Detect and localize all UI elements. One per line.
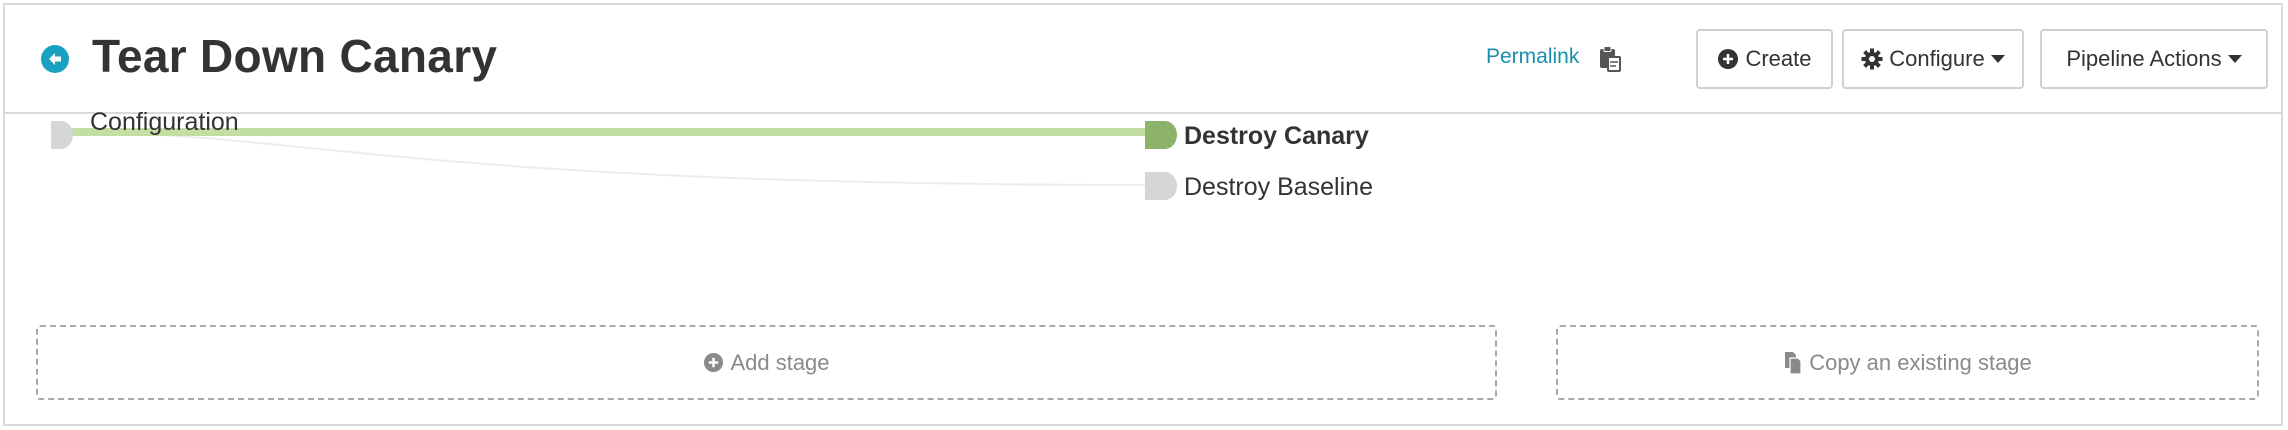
node-destroy-canary-marker[interactable] xyxy=(1145,121,1177,149)
configure-button-label: Configure xyxy=(1889,46,1985,71)
pipeline-frame: Tear Down Canary Permalink Create Config… xyxy=(3,3,2283,426)
pipeline-actions-button[interactable]: Pipeline Actions xyxy=(2040,29,2268,89)
pipeline-graph: Configuration Destroy Canary Destroy Bas… xyxy=(5,108,2281,314)
pipeline-header: Tear Down Canary Permalink Create Config… xyxy=(5,5,2281,114)
create-button[interactable]: Create xyxy=(1696,29,1833,89)
arrow-left-circle-icon[interactable] xyxy=(41,45,69,73)
pipeline-actions-label: Pipeline Actions xyxy=(2066,46,2222,71)
chevron-down-icon xyxy=(1990,55,2005,63)
gear-icon xyxy=(1861,48,1883,70)
node-configuration-label[interactable]: Configuration xyxy=(90,108,239,137)
node-configuration-marker[interactable] xyxy=(51,121,73,149)
add-stage-button[interactable]: Add stage xyxy=(36,325,1497,400)
add-stage-label: Add stage xyxy=(730,349,830,375)
permalink-link[interactable]: Permalink xyxy=(1486,45,1579,69)
copy-stage-label: Copy an existing stage xyxy=(1809,349,2032,375)
copy-icon xyxy=(1783,351,1803,375)
node-destroy-baseline-marker[interactable] xyxy=(1145,172,1177,200)
edge-configuration-to-destroy-baseline xyxy=(64,131,1156,186)
plus-circle-icon xyxy=(703,352,724,373)
configure-button[interactable]: Configure xyxy=(1842,29,2024,89)
chevron-down-icon xyxy=(2227,55,2242,63)
node-destroy-canary-label[interactable]: Destroy Canary xyxy=(1184,122,1369,151)
clipboard-icon[interactable] xyxy=(1597,45,1623,73)
plus-circle-icon xyxy=(1717,48,1739,70)
copy-stage-button[interactable]: Copy an existing stage xyxy=(1556,325,2259,400)
page-title: Tear Down Canary xyxy=(92,30,498,82)
pipeline-graph-canvas xyxy=(51,121,1177,200)
node-destroy-baseline-label[interactable]: Destroy Baseline xyxy=(1184,173,1373,202)
create-button-label: Create xyxy=(1745,46,1812,71)
